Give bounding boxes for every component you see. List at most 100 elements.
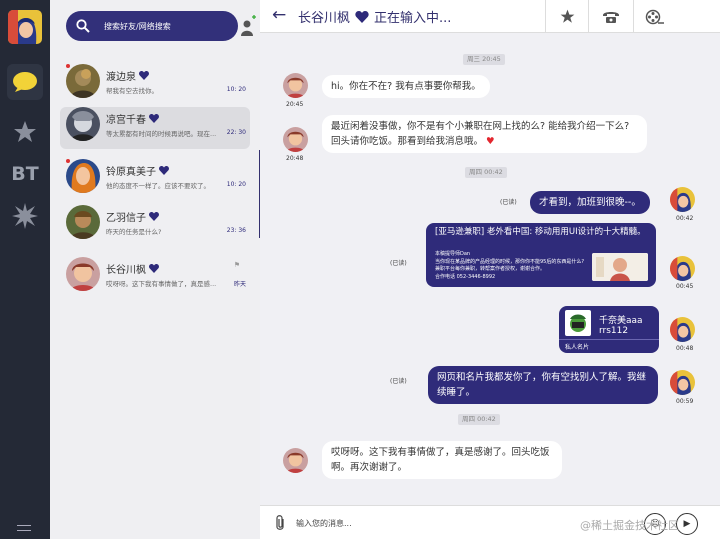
- contact-avatar: [66, 159, 100, 193]
- heart-icon: [149, 114, 159, 123]
- incoming-message-text: 最近闲着没事做，你不是有个小兼职在网上找的么? 能给我介绍一下么? 回头请你吃饭…: [331, 121, 630, 147]
- incoming-message: 最近闲着没事做，你不是有个小兼职在网上找的么? 能给我介绍一下么? 回头请你吃饭…: [322, 115, 647, 153]
- message-input[interactable]: 输入您的消息...: [296, 518, 352, 529]
- search-input[interactable]: 搜索好友/网络搜索: [104, 21, 171, 32]
- heart-icon: [149, 212, 159, 221]
- my-avatar[interactable]: [8, 10, 42, 44]
- star-icon: [14, 121, 36, 142]
- paperclip-icon[interactable]: [274, 514, 286, 532]
- favorite-button[interactable]: [545, 0, 588, 33]
- bt-label: BT: [11, 163, 39, 185]
- send-button[interactable]: ▶: [676, 513, 698, 535]
- contact-item[interactable]: 渡边泉 帮我有空去找你。 10: 20: [66, 64, 250, 106]
- contact-card-avatar: [565, 310, 591, 336]
- heart-icon: [159, 166, 169, 175]
- contact-item-selected[interactable]: 凉宫千春 等太累都有时间的时候再说吧。现在... 22: 30: [60, 107, 250, 149]
- contact-avatar: [66, 205, 100, 239]
- heart-emoji-icon: ♥: [486, 136, 495, 147]
- contact-card-id: rrs112: [599, 326, 629, 336]
- call-button[interactable]: [588, 0, 633, 33]
- heart-icon: [139, 71, 149, 80]
- contact-item[interactable]: 乙羽信子 昨天的任务是什么? 23: 36: [66, 205, 250, 247]
- pin-icon: ⚑: [233, 261, 240, 269]
- message-time: 20:48: [286, 155, 304, 162]
- contact-message-avatar: [283, 73, 308, 98]
- message-time: 00:42: [676, 215, 694, 222]
- contact-name: 乙羽信子: [106, 213, 146, 224]
- contact-last-message: 等太累都有时间的时候再说吧。现在...: [106, 130, 217, 138]
- contact-list-panel: 搜索好友/网络搜索 渡边泉 帮我有空去找你。 10: 20 凉宫千春 等太累都有…: [50, 0, 260, 539]
- contact-time: 10: 20: [226, 86, 246, 93]
- contact-last-message: 帮我有空去找你。: [106, 87, 158, 95]
- contact-card[interactable]: 千奈美aaa rrs112 私人名片: [559, 306, 659, 353]
- contact-avatar: [66, 107, 100, 141]
- date-divider: 周四 00:42: [458, 414, 500, 425]
- link-card[interactable]: [亚马逊兼职] 老外看中国: 移动用用UI设计的十大精髓。 本稿提导师Dan 当…: [426, 223, 656, 287]
- favorites-nav-button[interactable]: [7, 114, 43, 150]
- contact-time: 23: 36: [226, 227, 246, 234]
- outgoing-message: 网页和名片我都发你了，你有空找别人了解。我继续睡了。: [428, 366, 658, 404]
- contact-avatar: [66, 257, 100, 291]
- unread-dot: [66, 64, 70, 68]
- message-time: 00:45: [676, 283, 694, 290]
- add-contact-icon[interactable]: [240, 14, 256, 38]
- contact-item[interactable]: 铃原真美子 他的态度不一样了。应该不要欢了。 10: 20: [66, 159, 250, 201]
- search-bar[interactable]: 搜索好友/网络搜索: [66, 11, 238, 41]
- chat-header: ← 长谷川枫 正在输入中...: [260, 0, 720, 33]
- heart-icon: [149, 264, 159, 273]
- contact-last-message: 昨天的任务是什么?: [106, 228, 162, 236]
- incoming-message: hi。你在不在? 我有点事要你帮我。: [322, 75, 490, 98]
- heart-icon: [355, 10, 369, 23]
- star-icon: [560, 9, 574, 23]
- contact-time: 22: 30: [226, 129, 246, 136]
- message-time: 00:48: [676, 345, 694, 352]
- contact-name: 凉宫千春: [106, 115, 146, 126]
- contact-last-message: 他的态度不一样了。应该不要欢了。: [106, 182, 210, 190]
- read-receipt: (已读): [500, 199, 517, 206]
- contact-name: 铃原真美子: [106, 167, 156, 178]
- contact-time: 昨天: [233, 281, 246, 288]
- contact-name: 长谷川枫: [106, 265, 146, 276]
- typing-status: 正在输入中...: [374, 11, 452, 26]
- chat-nav-button[interactable]: [7, 64, 43, 100]
- film-reel-icon: [645, 9, 664, 24]
- my-message-avatar: [670, 370, 695, 395]
- watermark: @稀土掘金技术社区: [580, 519, 679, 532]
- contact-message-avatar: [283, 448, 308, 473]
- chat-bubble-icon: [13, 72, 37, 92]
- link-card-body: 本稿提导师Dan 当你现在某品牌的产品经理的时候，那你你不能95后的东西是什么?…: [435, 251, 585, 280]
- incoming-message: 哎呀呀。这下我有事情做了，真是感谢了。回头吃饭啊。再次谢谢了。: [322, 441, 562, 479]
- contact-last-message: 哎呀呀。这下我有事情做了，真是感...: [106, 280, 217, 288]
- burst-nav-button[interactable]: [7, 198, 43, 234]
- link-card-thumbnail: [592, 253, 648, 281]
- burst-icon: [12, 203, 38, 229]
- search-icon[interactable]: [68, 11, 98, 41]
- contact-card-name: 千奈美aaa: [599, 316, 643, 326]
- message-time: 20:45: [286, 101, 304, 108]
- my-message-avatar: [670, 256, 695, 281]
- contact-avatar: [66, 64, 100, 98]
- send-arrow-icon: ▶: [683, 519, 691, 529]
- my-message-avatar: [670, 317, 695, 342]
- date-divider: 周四 00:42: [465, 167, 507, 178]
- read-receipt: (已读): [390, 260, 407, 267]
- contact-item[interactable]: 长谷川枫 ⚑ 哎呀呀。这下我有事情做了，真是感... 昨天: [66, 257, 250, 299]
- link-card-title: [亚马逊兼职] 老外看中国: 移动用用UI设计的十大精髓。: [435, 227, 646, 237]
- bt-nav-button[interactable]: BT: [7, 156, 43, 192]
- phone-icon: [603, 11, 619, 23]
- unread-dot: [66, 159, 70, 163]
- contact-time: 10: 20: [226, 181, 246, 188]
- back-arrow-icon[interactable]: ←: [272, 5, 286, 25]
- contact-card-label: 私人名片: [565, 344, 590, 351]
- menu-icon[interactable]: [17, 525, 31, 535]
- chat-contact-name: 长谷川枫: [298, 11, 351, 26]
- left-rail: BT: [0, 0, 50, 539]
- outgoing-message: 才看到，加班到很晚--。: [530, 191, 650, 214]
- date-divider: 周三 20:45: [463, 54, 505, 65]
- contact-message-avatar: [283, 127, 308, 152]
- chat-panel: ← 长谷川枫 正在输入中... 周三 20:45 20:45 hi。你在不在? …: [260, 0, 720, 539]
- message-time: 00:59: [676, 398, 694, 405]
- video-button[interactable]: [633, 0, 676, 33]
- contact-name: 渡边泉: [106, 72, 136, 83]
- my-message-avatar: [670, 187, 695, 212]
